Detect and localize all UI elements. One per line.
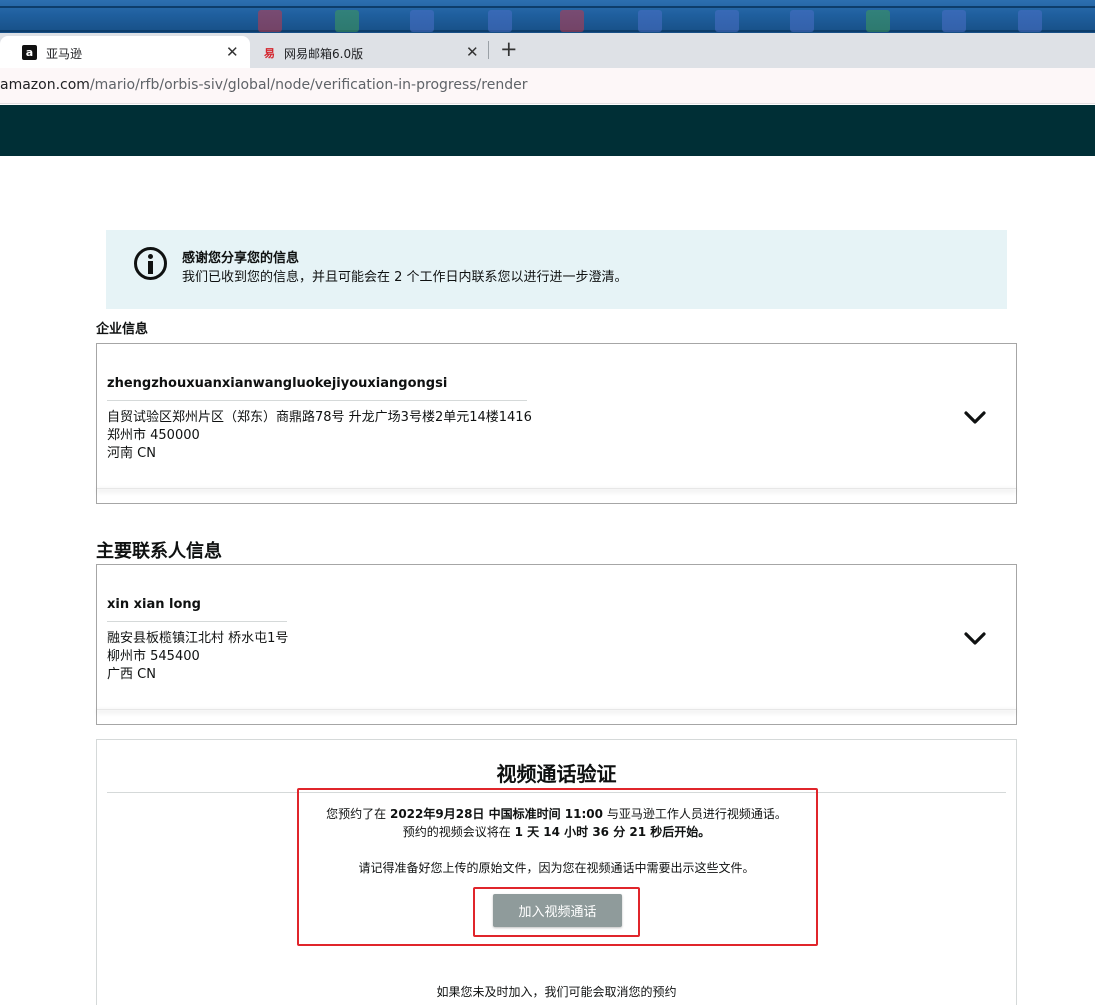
video-verification-card: 视频通话验证 您预约了在 2022年9月28日 中国标准时间 11:00 与亚马… [96, 739, 1017, 1005]
business-name: zhengzhouxuanxianwangluokejiyouxiangongs… [107, 376, 448, 391]
taskbar-stripe [0, 6, 1095, 8]
tab-netease-mail[interactable]: 易 网易邮箱6.0版 ✕ [240, 36, 488, 68]
contact-info-card[interactable]: xin xian long 融安县板榄镇江北村 桥水屯1号 柳州市 545400… [96, 564, 1017, 725]
card-shadow [97, 709, 1016, 710]
new-tab-button[interactable]: + [500, 37, 518, 61]
site-header [0, 105, 1095, 156]
os-taskbar [0, 0, 1095, 33]
close-icon[interactable]: ✕ [226, 43, 239, 61]
taskbar-app-icon[interactable] [335, 10, 359, 32]
notice-title: 感谢您分享您的信息 [182, 251, 300, 266]
video-title: 视频通话验证 [496, 762, 617, 786]
business-address-line1: 自贸试验区郑州片区（郑东）商鼎路78号 升龙广场3号楼2单元14楼1416 [107, 410, 532, 425]
address-bar[interactable]: amazon.com/mario/rfb/orbis-siv/global/no… [0, 68, 1095, 104]
taskbar-app-icon[interactable] [258, 10, 282, 32]
cancellation-note: 如果您未及时加入，我们可能会取消您的预约 [436, 985, 677, 999]
contact-section-label: 主要联系人信息 [96, 541, 222, 562]
taskbar-app-icon[interactable] [942, 10, 966, 32]
contact-address-line1: 融安县板榄镇江北村 桥水屯1号 [107, 631, 289, 646]
chevron-down-icon[interactable] [964, 411, 986, 425]
business-address-line3: 河南 CN [107, 446, 156, 461]
taskbar-app-icon[interactable] [560, 10, 584, 32]
divider [107, 400, 527, 401]
info-icon [134, 247, 167, 280]
chevron-down-icon[interactable] [964, 632, 986, 646]
tab-separator [488, 41, 489, 59]
contact-address-line3: 广西 CN [107, 667, 156, 682]
netease-mail-icon: 易 [264, 46, 275, 60]
countdown-value: 1 天 14 小时 36 分 21 秒后开始。 [514, 825, 711, 839]
tab-title: 网易邮箱6.0版 [284, 47, 364, 61]
info-notice: 感谢您分享您的信息 我们已收到您的信息，并且可能会在 2 个工作日内联系您以进行… [106, 230, 1007, 309]
card-shadow [97, 488, 1016, 489]
taskbar-stripe [0, 30, 1095, 32]
browser-tab-bar: a 亚马逊 ✕ 易 网易邮箱6.0版 ✕ [0, 33, 1095, 68]
url-text[interactable]: amazon.com/mario/rfb/orbis-siv/global/no… [0, 77, 527, 93]
appointment-datetime: 2022年9月28日 中国标准时间 11:00 [389, 807, 603, 821]
taskbar-app-icon[interactable] [638, 10, 662, 32]
url-host: amazon.com [0, 77, 90, 93]
documents-reminder: 请记得准备好您上传的原始文件，因为您在视频通话中需要出示这些文件。 [358, 861, 755, 875]
business-address-line2: 郑州市 450000 [107, 428, 200, 443]
contact-name: xin xian long [107, 597, 201, 612]
taskbar-app-icon[interactable] [790, 10, 814, 32]
notice-text: 我们已收到您的信息，并且可能会在 2 个工作日内联系您以进行进一步澄清。 [182, 270, 628, 285]
tab-title: 亚马逊 [46, 47, 83, 61]
business-section-label: 企业信息 [96, 322, 149, 337]
countdown-line: 预约的视频会议将在 1 天 14 小时 36 分 21 秒后开始。 [402, 825, 711, 839]
taskbar-app-icon[interactable] [715, 10, 739, 32]
contact-address-line2: 柳州市 545400 [107, 649, 200, 664]
divider [107, 621, 287, 622]
url-path: /mario/rfb/orbis-siv/global/node/verific… [89, 77, 528, 93]
tab-amazon[interactable]: a 亚马逊 ✕ [0, 36, 250, 68]
business-info-card[interactable]: zhengzhouxuanxianwangluokejiyouxiangongs… [96, 343, 1017, 504]
taskbar-app-icon[interactable] [1018, 10, 1042, 32]
taskbar-app-icon[interactable] [410, 10, 434, 32]
close-icon[interactable]: ✕ [466, 43, 479, 61]
appointment-line: 您预约了在 2022年9月28日 中国标准时间 11:00 与亚马逊工作人员进行… [326, 807, 787, 821]
taskbar-app-icon[interactable] [488, 10, 512, 32]
amazon-icon: a [22, 45, 37, 60]
taskbar-app-icon[interactable] [866, 10, 890, 32]
join-video-call-button[interactable]: 加入视频通话 [493, 894, 622, 927]
